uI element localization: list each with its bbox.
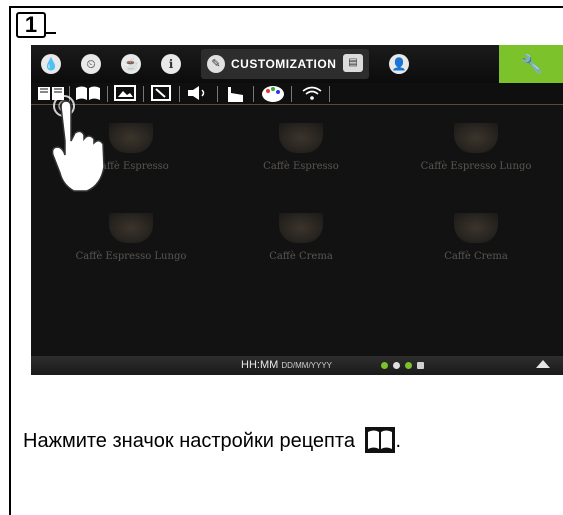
separator	[291, 86, 292, 102]
separator	[329, 86, 330, 102]
device-screen: 💧 ⏲ ☕ ℹ ✎ CUSTOMIZATION ▤ 👤 🔧 Caffè Espr…	[31, 45, 563, 375]
product-tile[interactable]: Caffè Crema	[221, 213, 381, 262]
product-tile[interactable]: Caffè Espresso Lungo	[396, 123, 556, 172]
separator	[143, 86, 144, 102]
scroll-up-icon[interactable]	[536, 360, 550, 368]
product-name: Caffè Espresso Lungo	[420, 161, 532, 172]
step-number: 1	[16, 12, 56, 38]
time: HH:MM	[241, 359, 279, 371]
pointing-hand-icon	[51, 95, 105, 192]
product-tile[interactable]: Caffè Espresso Lungo	[51, 213, 211, 262]
pencil-icon: ✎	[207, 55, 225, 73]
instruction-label: Нажмите значок настройки рецепта	[23, 430, 355, 452]
step-frame: 1 💧 ⏲ ☕ ℹ ✎ CUSTOMIZATION ▤ 👤 🔧 Caffè Es…	[9, 6, 563, 515]
date: DD/MM/YYYY	[281, 361, 333, 370]
tab-customization-label: CUSTOMIZATION	[231, 57, 337, 71]
separator	[253, 86, 254, 102]
cup-icon	[109, 213, 153, 243]
clock-display: HH:MM DD/MM/YYYY	[241, 359, 332, 371]
recipe-book-icon	[364, 427, 395, 453]
user-icon[interactable]: 👤	[389, 54, 409, 74]
instruction-text: Нажмите значок настройки рецепта .	[23, 427, 401, 453]
info-icon[interactable]: ℹ	[161, 54, 181, 74]
speaker-icon[interactable]	[187, 85, 209, 103]
top-tab-bar: 💧 ⏲ ☕ ℹ ✎ CUSTOMIZATION ▤ 👤 🔧	[31, 45, 563, 83]
pot-icon[interactable]	[225, 85, 247, 103]
product-tile[interactable]: Caffè Espresso	[221, 123, 381, 172]
card-status-icon	[417, 362, 424, 369]
palette-icon[interactable]	[261, 85, 285, 103]
separator	[179, 86, 180, 102]
product-name: Caffè Crema	[269, 251, 333, 262]
ready-status-icon	[405, 362, 412, 369]
status-bar: HH:MM DD/MM/YYYY	[31, 356, 563, 375]
cup-icon	[454, 123, 498, 153]
wifi-status-icon	[381, 362, 388, 369]
product-name: Caffè Espresso	[263, 161, 339, 172]
product-name: Caffè Espresso Lungo	[75, 251, 187, 262]
tilted-image-icon[interactable]	[151, 85, 171, 103]
display-icon[interactable]: ▤	[343, 54, 363, 72]
speaker-status-icon	[393, 362, 400, 369]
cup-icon	[279, 213, 323, 243]
cup-icon	[279, 123, 323, 153]
clock-icon[interactable]: ⏲	[81, 54, 101, 74]
wifi-icon[interactable]	[301, 85, 323, 103]
separator	[217, 86, 218, 102]
product-tile[interactable]: Caffè Crema	[396, 213, 556, 262]
product-name: Caffè Crema	[444, 251, 508, 262]
wrench-icon[interactable]: 🔧	[499, 45, 563, 83]
drop-icon[interactable]: 💧	[41, 54, 61, 74]
cup-icon[interactable]: ☕	[121, 54, 141, 74]
cup-icon	[454, 213, 498, 243]
instruction-end: .	[395, 430, 402, 452]
tab-customization[interactable]: ✎ CUSTOMIZATION ▤	[201, 49, 369, 79]
